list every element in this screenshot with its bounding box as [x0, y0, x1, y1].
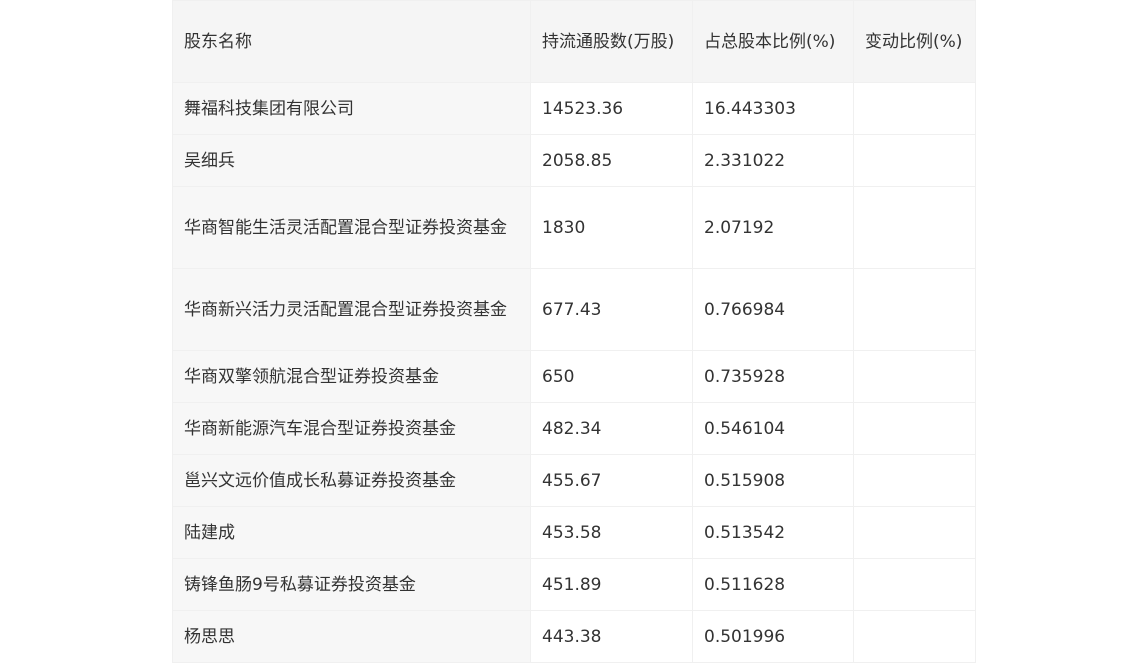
- cell-ratio: 2.07192: [692, 186, 854, 269]
- cell-shares: 451.89: [530, 558, 693, 611]
- cell-name: 华商双擎领航混合型证券投资基金: [172, 350, 531, 403]
- cell-shares: 2058.85: [530, 134, 693, 187]
- header-shareholder-name: 股东名称: [172, 0, 531, 83]
- cell-change: [853, 82, 976, 135]
- cell-name: 邕兴文远价值成长私募证券投资基金: [172, 454, 531, 507]
- cell-ratio: 2.331022: [692, 134, 854, 187]
- cell-shares: 443.38: [530, 610, 693, 663]
- cell-change: [853, 134, 976, 187]
- cell-ratio: 0.546104: [692, 402, 854, 455]
- table-row: 华商双擎领航混合型证券投资基金 650 0.735928: [172, 350, 976, 403]
- cell-name: 华商智能生活灵活配置混合型证券投资基金: [172, 186, 531, 269]
- cell-change: [853, 186, 976, 269]
- header-circulating-shares: 持流通股数(万股): [530, 0, 693, 83]
- cell-change: [853, 402, 976, 455]
- cell-shares: 650: [530, 350, 693, 403]
- cell-shares: 482.34: [530, 402, 693, 455]
- cell-change: [853, 610, 976, 663]
- shareholder-table: 股东名称 持流通股数(万股) 占总股本比例(%) 变动比例(%) 舞福科技集团有…: [172, 0, 976, 663]
- table-row: 舞福科技集团有限公司 14523.36 16.443303: [172, 82, 976, 135]
- cell-shares: 1830: [530, 186, 693, 269]
- cell-name: 吴细兵: [172, 134, 531, 187]
- table-row: 铸锋鱼肠9号私募证券投资基金 451.89 0.511628: [172, 558, 976, 611]
- cell-shares: 677.43: [530, 268, 693, 351]
- cell-ratio: 0.735928: [692, 350, 854, 403]
- cell-name: 铸锋鱼肠9号私募证券投资基金: [172, 558, 531, 611]
- cell-change: [853, 350, 976, 403]
- table-row: 邕兴文远价值成长私募证券投资基金 455.67 0.515908: [172, 454, 976, 507]
- table-header-row: 股东名称 持流通股数(万股) 占总股本比例(%) 变动比例(%): [172, 0, 976, 83]
- cell-change: [853, 506, 976, 559]
- cell-ratio: 0.511628: [692, 558, 854, 611]
- table-row: 华商智能生活灵活配置混合型证券投资基金 1830 2.07192: [172, 186, 976, 269]
- cell-name: 杨思思: [172, 610, 531, 663]
- cell-shares: 455.67: [530, 454, 693, 507]
- header-change-ratio: 变动比例(%): [853, 0, 976, 83]
- cell-change: [853, 558, 976, 611]
- cell-ratio: 16.443303: [692, 82, 854, 135]
- table-row: 杨思思 443.38 0.501996: [172, 610, 976, 663]
- table-row: 华商新能源汽车混合型证券投资基金 482.34 0.546104: [172, 402, 976, 455]
- table-row: 吴细兵 2058.85 2.331022: [172, 134, 976, 187]
- cell-name: 舞福科技集团有限公司: [172, 82, 531, 135]
- table-row: 华商新兴活力灵活配置混合型证券投资基金 677.43 0.766984: [172, 268, 976, 351]
- cell-shares: 14523.36: [530, 82, 693, 135]
- cell-name: 华商新能源汽车混合型证券投资基金: [172, 402, 531, 455]
- cell-ratio: 0.515908: [692, 454, 854, 507]
- cell-ratio: 0.513542: [692, 506, 854, 559]
- cell-change: [853, 268, 976, 351]
- cell-ratio: 0.766984: [692, 268, 854, 351]
- cell-name: 陆建成: [172, 506, 531, 559]
- cell-ratio: 0.501996: [692, 610, 854, 663]
- cell-change: [853, 454, 976, 507]
- cell-name: 华商新兴活力灵活配置混合型证券投资基金: [172, 268, 531, 351]
- header-share-ratio: 占总股本比例(%): [692, 0, 854, 83]
- cell-shares: 453.58: [530, 506, 693, 559]
- table-row: 陆建成 453.58 0.513542: [172, 506, 976, 559]
